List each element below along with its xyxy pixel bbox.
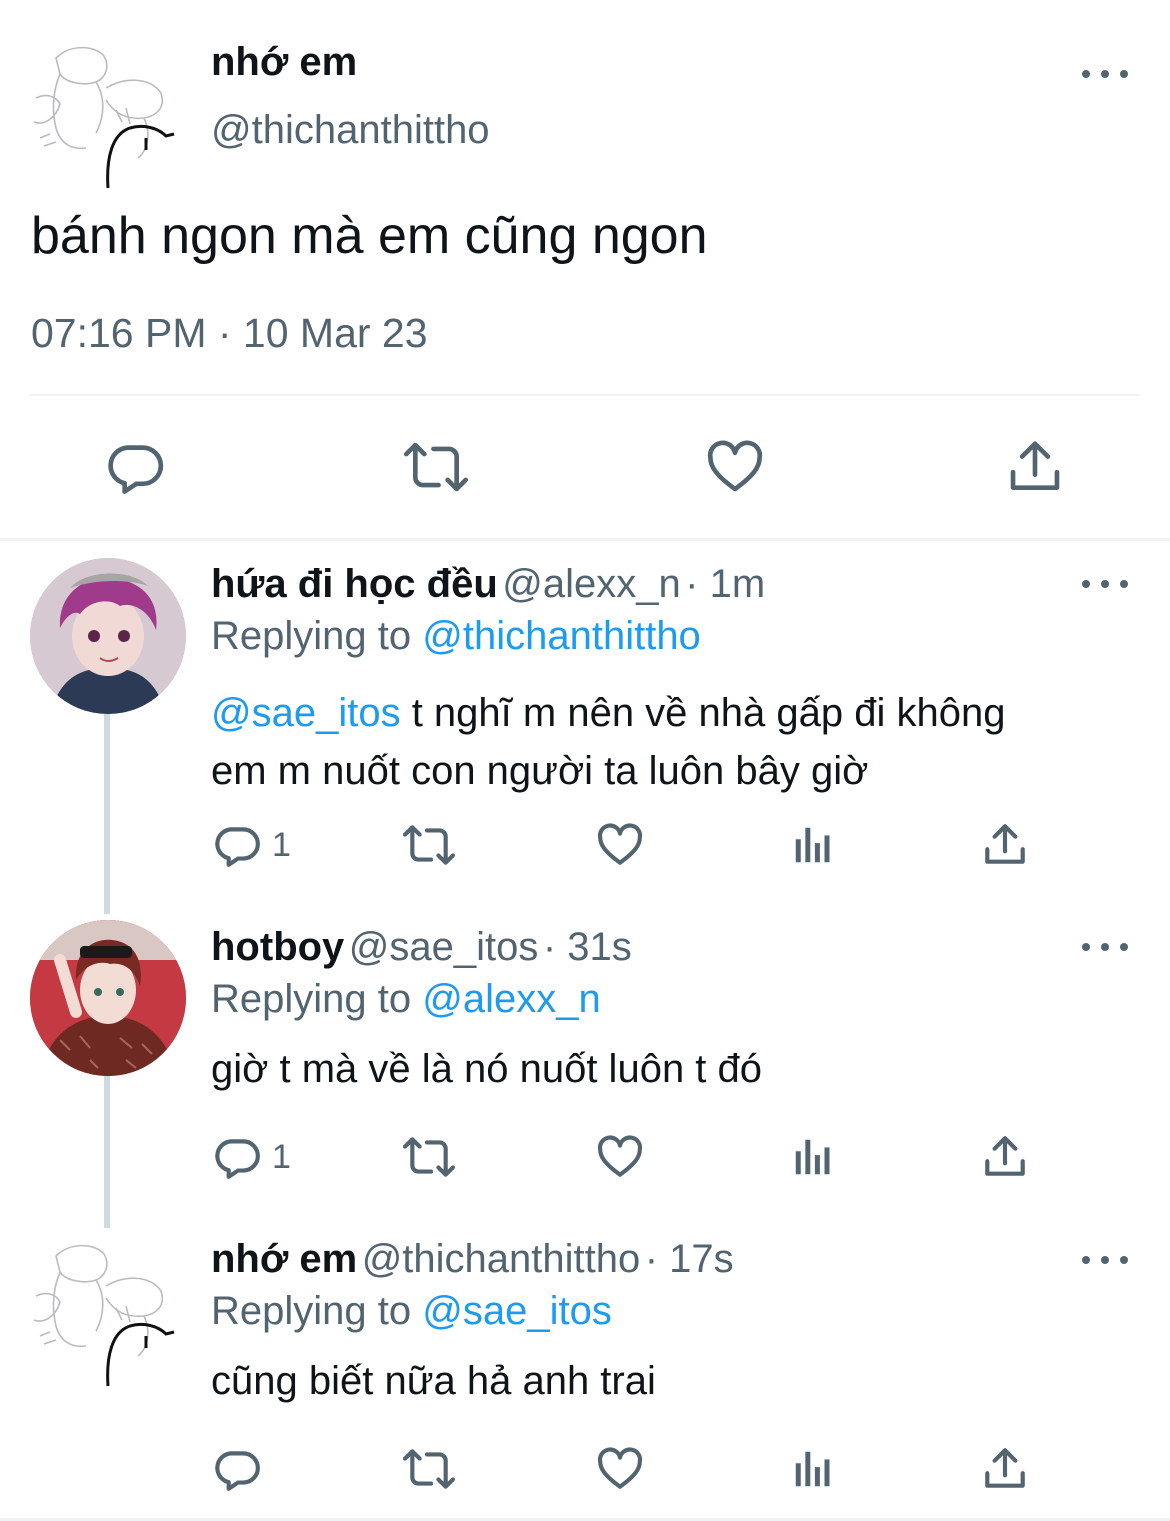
retweet-icon[interactable] xyxy=(400,1132,458,1182)
reply-icon[interactable] xyxy=(212,1444,262,1494)
reply-text: cũng biết nữa hả anh trai xyxy=(211,1359,656,1403)
author-handle[interactable]: @alexx_n xyxy=(502,562,680,606)
views-icon[interactable] xyxy=(790,1134,836,1180)
retweet-icon[interactable] xyxy=(400,820,458,870)
replying-to: Replying to @thichanthittho xyxy=(211,614,701,659)
avatar[interactable] xyxy=(30,920,186,1076)
share-icon[interactable] xyxy=(1004,436,1066,498)
replying-label: Replying to xyxy=(211,977,412,1021)
like-icon[interactable] xyxy=(595,1444,645,1494)
reply-icon[interactable] xyxy=(104,436,166,498)
author-name[interactable]: hotboy xyxy=(211,925,344,969)
reply-icon[interactable] xyxy=(212,1132,262,1182)
tweet-text: bánh ngon mà em cũng ngon xyxy=(31,207,708,265)
replying-handle-link[interactable]: @sae_itos xyxy=(422,1289,612,1333)
section-divider xyxy=(0,538,1170,541)
views-icon[interactable] xyxy=(790,822,836,868)
reply-text-line1: t nghĩ m nên về nhà gấp đi không xyxy=(400,691,1006,735)
author-handle[interactable]: @thichanthittho xyxy=(362,1237,641,1281)
reply-text: giờ t mà về là nó nuốt luôn t đó xyxy=(211,1047,763,1091)
more-icon[interactable] xyxy=(1082,574,1128,594)
reply-icon[interactable] xyxy=(212,820,262,870)
more-icon[interactable] xyxy=(1082,1250,1128,1270)
reply-time[interactable]: · 1m xyxy=(685,562,765,606)
reply-count: 1 xyxy=(272,826,291,864)
views-icon[interactable] xyxy=(790,1446,836,1492)
author-name[interactable]: hứa đi học đều xyxy=(211,562,498,606)
reply-text: @sae_itos t nghĩ m nên về nhà gấp đi khô… xyxy=(211,684,1005,800)
replying-to: Replying to @alexx_n xyxy=(211,977,601,1022)
avatar-sketch[interactable] xyxy=(26,38,182,194)
avatar-sketch[interactable] xyxy=(26,1236,182,1392)
divider xyxy=(30,394,1140,396)
like-icon[interactable] xyxy=(704,436,766,498)
author-name[interactable]: nhớ em xyxy=(211,40,357,85)
share-icon[interactable] xyxy=(980,1132,1030,1182)
mention-link[interactable]: @sae_itos xyxy=(211,691,401,735)
reply-header: hứa đi học đều @alexx_n · 1m xyxy=(211,562,765,607)
reply-text-line2: em m nuốt con người ta luôn bây giờ xyxy=(211,749,869,793)
reply-header: nhớ em @thichanthittho · 17s xyxy=(211,1237,734,1282)
tweet-timestamp[interactable]: 07:16 PM · 10 Mar 23 xyxy=(31,310,428,357)
replying-handle-link[interactable]: @thichanthittho xyxy=(422,614,701,658)
avatar[interactable] xyxy=(30,558,186,714)
like-icon[interactable] xyxy=(595,1132,645,1182)
thread-line xyxy=(104,1076,110,1228)
reply-count: 1 xyxy=(272,1138,291,1176)
replying-label: Replying to xyxy=(211,1289,412,1333)
like-icon[interactable] xyxy=(595,820,645,870)
retweet-icon[interactable] xyxy=(401,436,471,498)
author-handle[interactable]: @sae_itos xyxy=(349,925,539,969)
thread-line xyxy=(104,714,110,914)
more-icon[interactable] xyxy=(1082,937,1128,957)
replying-label: Replying to xyxy=(211,614,412,658)
author-handle[interactable]: @thichanthittho xyxy=(211,108,490,153)
reply-time[interactable]: · 17s xyxy=(645,1237,734,1281)
more-icon[interactable] xyxy=(1082,64,1128,84)
share-icon[interactable] xyxy=(980,1444,1030,1494)
retweet-icon[interactable] xyxy=(400,1444,458,1494)
reply-header: hotboy @sae_itos · 31s xyxy=(211,925,632,970)
replying-to: Replying to @sae_itos xyxy=(211,1289,612,1334)
author-name[interactable]: nhớ em xyxy=(211,1237,357,1281)
replying-handle-link[interactable]: @alexx_n xyxy=(422,977,600,1021)
reply-time[interactable]: · 31s xyxy=(543,925,632,969)
share-icon[interactable] xyxy=(980,820,1030,870)
